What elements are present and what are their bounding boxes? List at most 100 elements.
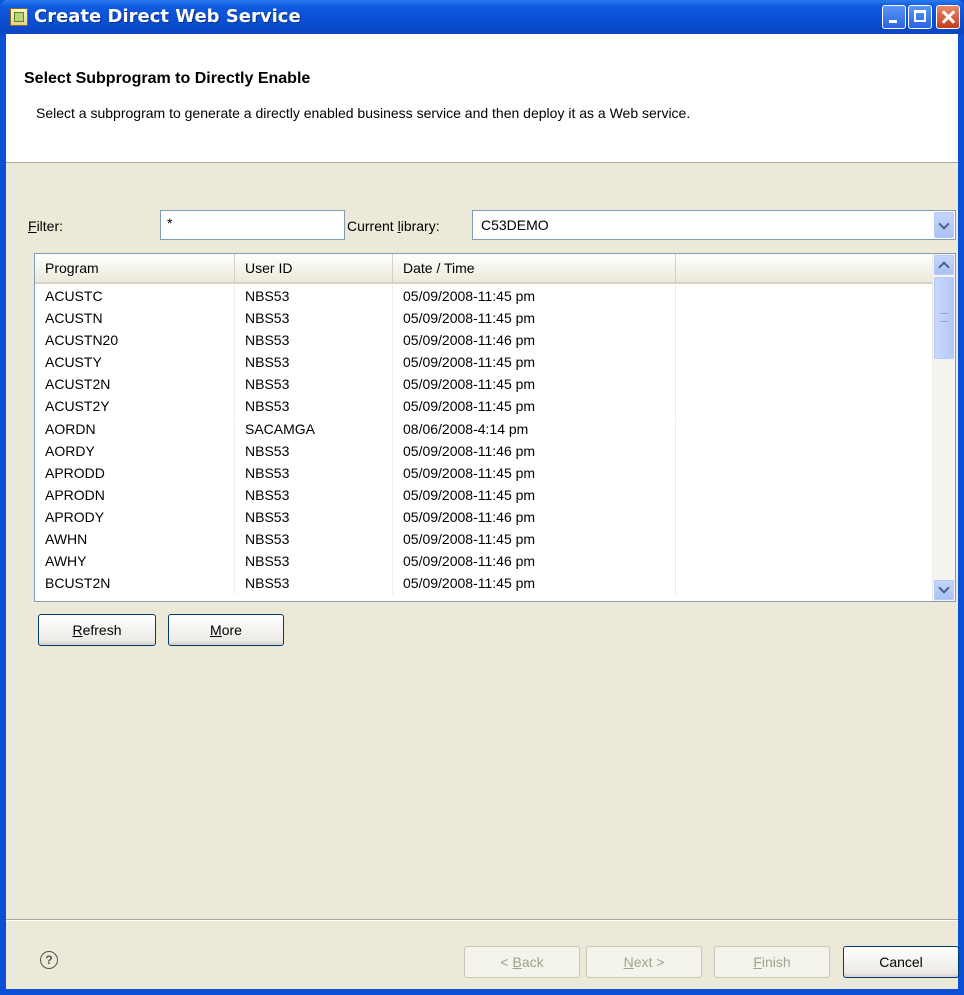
program-cell: BCUST2N <box>35 572 235 595</box>
back-prefix: < <box>500 954 513 970</box>
subprogram-table[interactable]: Program User ID Date / Time ACUSTC NBS53 0… <box>34 253 956 602</box>
library-label-text: ibrary: <box>400 218 440 234</box>
date-time-cell: 05/09/2008-11:46 pm <box>393 550 676 573</box>
close-button[interactable] <box>936 5 960 29</box>
table-row[interactable]: ACUST2N NBS53 05/09/2008-11:45 pm <box>35 373 932 396</box>
user-id-cell: NBS53 <box>235 483 393 506</box>
title-bar[interactable]: Create Direct Web Service <box>0 0 964 34</box>
table-row[interactable]: ACUST2Y NBS53 05/09/2008-11:45 pm <box>35 395 932 418</box>
program-cell: ACUSTC <box>35 285 235 307</box>
page-title: Select Subprogram to Directly Enable <box>24 70 311 87</box>
table-header: Program User ID Date / Time <box>35 254 932 284</box>
window-title: Create Direct Web Service <box>34 6 301 27</box>
table-row[interactable]: AORDN SACAMGA 08/06/2008-4:14 pm <box>35 417 932 440</box>
user-id-cell: SACAMGA <box>235 417 393 440</box>
user-id-cell: NBS53 <box>235 505 393 528</box>
table-row[interactable]: AWHY NBS53 05/09/2008-11:46 pm <box>35 550 932 573</box>
finish-accel: F <box>753 954 762 970</box>
empty-cell <box>676 572 932 594</box>
scroll-down-icon[interactable] <box>934 580 954 600</box>
user-id-cell: NBS53 <box>235 461 393 484</box>
help-icon[interactable]: ? <box>40 951 58 969</box>
column-header-program[interactable]: Program <box>35 254 235 282</box>
empty-cell <box>676 462 932 484</box>
minimize-button[interactable] <box>882 5 906 29</box>
table-row[interactable]: ACUSTN NBS53 05/09/2008-11:45 pm <box>35 307 932 330</box>
table-body: ACUSTC NBS53 05/09/2008-11:45 pm ACUSTN NBS5… <box>35 285 932 595</box>
user-id-cell: NBS53 <box>235 528 393 551</box>
wizard-app-icon <box>10 8 28 26</box>
filter-label-accel: F <box>28 218 37 234</box>
user-id-cell: NBS53 <box>235 395 393 418</box>
filter-input[interactable]: * <box>160 210 345 240</box>
dialog-window: Create Direct Web Service Select Subprog… <box>0 0 964 995</box>
table-row[interactable]: APRODN NBS53 05/09/2008-11:45 pm <box>35 483 932 506</box>
column-header-user-id[interactable]: User ID <box>235 254 393 282</box>
date-time-cell: 05/09/2008-11:46 pm <box>393 505 676 528</box>
cancel-button[interactable]: Cancel <box>843 946 959 978</box>
empty-cell <box>676 395 932 417</box>
next-accel: N <box>623 954 634 970</box>
finish-button[interactable]: Finish <box>714 946 830 978</box>
table-row[interactable]: APRODY NBS53 05/09/2008-11:46 pm <box>35 505 932 528</box>
scroll-thumb[interactable] <box>934 277 954 359</box>
refresh-accel: R <box>72 622 83 638</box>
program-cell: ACUSTN20 <box>35 329 235 352</box>
library-label-pre: Current <box>347 218 398 234</box>
empty-cell <box>676 351 932 373</box>
user-id-cell: NBS53 <box>235 373 393 396</box>
back-text: ack <box>521 954 544 970</box>
vertical-scrollbar[interactable] <box>932 254 955 601</box>
wizard-header: Select Subprogram to Directly Enable Sel… <box>6 34 958 163</box>
date-time-cell: 05/09/2008-11:45 pm <box>393 351 676 374</box>
date-time-cell: 08/06/2008-4:14 pm <box>393 417 676 440</box>
user-id-cell: NBS53 <box>235 550 393 573</box>
footer-divider <box>6 919 958 921</box>
user-id-cell: NBS53 <box>235 439 393 462</box>
column-header-date-time[interactable]: Date / Time <box>393 254 676 282</box>
program-cell: AORDY <box>35 439 235 462</box>
refresh-button[interactable]: Refresh <box>38 614 156 646</box>
table-row[interactable]: AWHN NBS53 05/09/2008-11:45 pm <box>35 528 932 551</box>
table-row[interactable]: APRODD NBS53 05/09/2008-11:45 pm <box>35 461 932 484</box>
next-button[interactable]: Next > <box>586 946 702 978</box>
program-cell: ACUSTY <box>35 351 235 374</box>
table-row[interactable]: ACUSTY NBS53 05/09/2008-11:45 pm <box>35 351 932 374</box>
empty-cell <box>676 285 932 307</box>
date-time-cell: 05/09/2008-11:45 pm <box>393 461 676 484</box>
back-accel: B <box>512 954 522 970</box>
date-time-cell: 05/09/2008-11:45 pm <box>393 285 676 307</box>
table-row[interactable]: AORDY NBS53 05/09/2008-11:46 pm <box>35 439 932 462</box>
more-accel: M <box>210 622 222 638</box>
column-header-empty <box>676 254 932 282</box>
empty-cell <box>676 550 932 572</box>
user-id-cell: NBS53 <box>235 572 393 595</box>
program-cell: AWHY <box>35 550 235 573</box>
more-button[interactable]: More <box>168 614 284 646</box>
user-id-cell: NBS53 <box>235 307 393 330</box>
back-button[interactable]: < Back <box>464 946 580 978</box>
filter-label-text: ilter: <box>36 218 64 234</box>
library-select[interactable]: C53DEMO <box>472 210 956 240</box>
empty-cell <box>676 418 932 440</box>
program-cell: ACUSTN <box>35 307 235 330</box>
table-row[interactable]: BCUST2N NBS53 05/09/2008-11:45 pm <box>35 572 932 595</box>
empty-cell <box>676 506 932 528</box>
user-id-cell: NBS53 <box>235 329 393 352</box>
scroll-up-icon[interactable] <box>934 255 954 275</box>
library-value: C53DEMO <box>481 217 549 233</box>
library-label: Current library: <box>347 218 440 234</box>
maximize-button[interactable] <box>908 5 932 29</box>
refresh-text: efresh <box>82 622 122 638</box>
program-cell: ACUST2N <box>35 373 235 396</box>
chevron-down-icon[interactable] <box>934 212 954 238</box>
date-time-cell: 05/09/2008-11:45 pm <box>393 528 676 551</box>
table-row[interactable]: ACUSTC NBS53 05/09/2008-11:45 pm <box>35 285 932 307</box>
user-id-cell: NBS53 <box>235 351 393 374</box>
next-text: ext > <box>633 954 665 970</box>
filter-label: Filter: <box>28 218 63 234</box>
table-row[interactable]: ACUSTN20 NBS53 05/09/2008-11:46 pm <box>35 329 932 352</box>
program-cell: APRODY <box>35 505 235 528</box>
empty-cell <box>676 484 932 506</box>
empty-cell <box>676 329 932 351</box>
